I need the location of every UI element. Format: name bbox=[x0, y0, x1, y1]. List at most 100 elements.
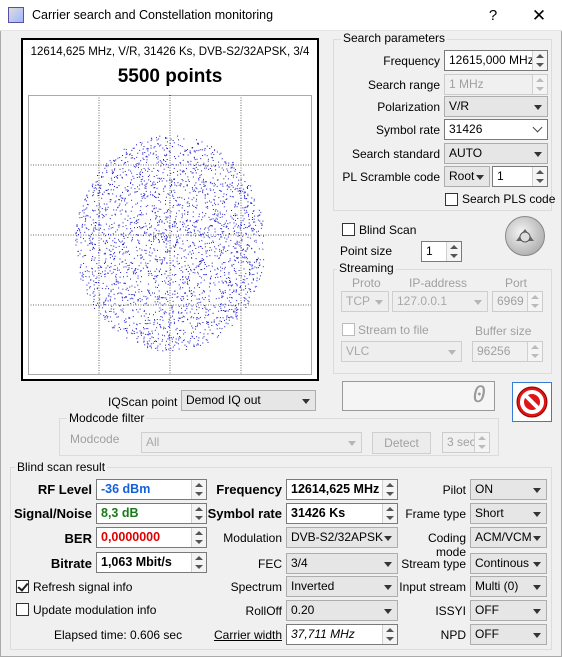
streaming-title: Streaming bbox=[337, 261, 396, 275]
issyi-select[interactable]: OFF bbox=[470, 600, 547, 621]
ber-field: 0,0000000 bbox=[96, 527, 207, 548]
buffer-size-value: 96256 bbox=[477, 344, 511, 358]
polarization-select[interactable]: V/R bbox=[444, 96, 548, 117]
pilot-select[interactable]: ON bbox=[470, 479, 547, 500]
port-spinner[interactable] bbox=[527, 292, 542, 311]
input-stream-select[interactable]: Multi (0) bbox=[470, 576, 547, 597]
chevron-down-icon bbox=[533, 609, 541, 614]
polarization-value: V/R bbox=[449, 99, 470, 113]
frequency-input[interactable]: 12615,000 MHz bbox=[444, 50, 548, 71]
modcode-select[interactable]: All bbox=[141, 432, 362, 453]
signal-noise-value: 8,3 dB bbox=[101, 506, 139, 520]
npd-label: NPD bbox=[440, 628, 466, 642]
carrier-width-spinner[interactable] bbox=[382, 625, 397, 644]
result-symbol-rate-value: 31426 Ks bbox=[291, 506, 346, 520]
search-range-spinner[interactable] bbox=[532, 75, 547, 94]
result-symbol-rate-label: Symbol rate bbox=[207, 506, 282, 521]
buffer-size-label: Buffer size bbox=[475, 324, 532, 338]
result-frequency-spinner[interactable] bbox=[382, 480, 397, 499]
timeout-input[interactable]: 3 sec bbox=[442, 432, 490, 453]
search-range-input[interactable]: 1 MHz bbox=[444, 74, 548, 95]
timeout-spinner[interactable] bbox=[474, 433, 489, 452]
result-symbol-rate-field: 31426 Ks bbox=[286, 503, 398, 524]
bitrate-label: Bitrate bbox=[50, 556, 92, 571]
signal-noise-field: 8,3 dB bbox=[96, 503, 207, 524]
modcode-value: All bbox=[146, 435, 160, 449]
frequency-spinner[interactable] bbox=[532, 51, 547, 70]
modulation-select[interactable]: DVB-S2/32APSK bbox=[286, 527, 398, 548]
chevron-down-icon bbox=[532, 122, 543, 133]
ip-address-value: 127.0.0.1 bbox=[397, 294, 448, 308]
polarization-label: Polarization bbox=[377, 100, 440, 114]
window-title: Carrier search and Constellation monitor… bbox=[32, 8, 274, 22]
result-frequency-value: 12614,625 MHz bbox=[291, 482, 380, 496]
chevron-down-icon bbox=[375, 300, 383, 305]
update-modulation-checkbox[interactable] bbox=[16, 603, 29, 616]
frame-type-value: Short bbox=[475, 506, 504, 520]
buffer-size-spinner[interactable] bbox=[527, 342, 542, 361]
chevron-down-icon bbox=[384, 585, 392, 590]
spectrum-value: Inverted bbox=[291, 579, 335, 593]
player-select[interactable]: VLC bbox=[341, 341, 462, 362]
update-modulation-label: Update modulation info bbox=[33, 603, 157, 617]
help-button[interactable]: ? bbox=[470, 0, 516, 31]
proto-label: Proto bbox=[352, 276, 381, 290]
coding-mode-value: ACM/VCM bbox=[475, 530, 532, 544]
carrier-width-label[interactable]: Carrier width bbox=[206, 628, 282, 642]
ip-address-select[interactable]: 127.0.0.1 bbox=[392, 291, 488, 312]
rolloff-label: RollOff bbox=[245, 604, 282, 618]
rolloff-select[interactable]: 0.20 bbox=[286, 600, 398, 621]
npd-select[interactable]: OFF bbox=[470, 624, 547, 645]
result-title: Blind scan result bbox=[15, 460, 108, 474]
rf-level-spinner[interactable] bbox=[191, 480, 206, 499]
point-size-input[interactable]: 1 bbox=[421, 241, 462, 262]
chevron-down-icon bbox=[534, 152, 542, 157]
frame-type-select[interactable]: Short bbox=[470, 503, 547, 524]
refresh-signal-checkbox[interactable] bbox=[16, 580, 29, 593]
stream-type-select[interactable]: Continous bbox=[470, 553, 547, 574]
carrier-width-value: 37,711 MHz bbox=[291, 627, 355, 641]
result-symbol-rate-spinner[interactable] bbox=[382, 504, 397, 523]
blind-scan-checkbox[interactable] bbox=[342, 223, 355, 236]
app-icon bbox=[8, 7, 24, 23]
bitrate-spinner[interactable] bbox=[191, 553, 206, 572]
pl-scramble-mode-select[interactable]: Root bbox=[444, 166, 490, 187]
point-size-spinner[interactable] bbox=[446, 242, 461, 261]
symbol-rate-select[interactable]: 31426 bbox=[444, 119, 548, 140]
search-pls-checkbox[interactable] bbox=[445, 193, 458, 206]
chevron-down-icon bbox=[476, 175, 484, 180]
close-button[interactable]: ✕ bbox=[516, 0, 562, 31]
fec-select[interactable]: 3/4 bbox=[286, 553, 398, 574]
chevron-down-icon bbox=[384, 562, 392, 567]
fec-label: FEC bbox=[258, 557, 282, 571]
search-range-label: Search range bbox=[367, 78, 440, 92]
detect-button[interactable]: Detect bbox=[372, 432, 431, 454]
pl-scramble-spinner[interactable] bbox=[532, 167, 547, 186]
proto-select[interactable]: TCP bbox=[341, 291, 389, 312]
iq-scan-select[interactable]: Demod IQ out bbox=[181, 390, 316, 411]
pl-scramble-value: 1 bbox=[497, 169, 504, 183]
point-size-value: 1 bbox=[426, 244, 433, 258]
stream-to-file-checkbox[interactable] bbox=[342, 323, 355, 336]
port-input[interactable]: 6969 bbox=[492, 291, 543, 312]
rf-level-value: -36 dBm bbox=[101, 482, 151, 496]
point-size-label: Point size bbox=[340, 244, 393, 258]
ip-address-label: IP-address bbox=[409, 276, 468, 290]
symbol-rate-label: Symbol rate bbox=[375, 123, 440, 137]
satellite-logo bbox=[505, 216, 545, 256]
chevron-down-icon bbox=[448, 350, 456, 355]
signal-noise-spinner[interactable] bbox=[191, 504, 206, 523]
modcode-filter-title: Modcode filter bbox=[67, 411, 147, 425]
buffer-size-input[interactable]: 96256 bbox=[472, 341, 543, 362]
stream-type-value: Continous bbox=[475, 556, 530, 570]
search-standard-select[interactable]: AUTO bbox=[444, 143, 548, 164]
pl-scramble-input[interactable]: 1 bbox=[492, 166, 548, 187]
coding-mode-select[interactable]: ACM/VCM bbox=[470, 527, 547, 548]
carrier-width-field: 37,711 MHz bbox=[286, 624, 398, 645]
bitrate-field: 1,063 Mbit/s bbox=[96, 552, 207, 573]
iq-scan-label: IQScan point bbox=[108, 395, 178, 409]
stop-button[interactable] bbox=[512, 382, 552, 422]
ber-spinner[interactable] bbox=[191, 528, 206, 547]
signal-noise-label: Signal/Noise bbox=[14, 506, 93, 521]
spectrum-select[interactable]: Inverted bbox=[286, 576, 398, 597]
